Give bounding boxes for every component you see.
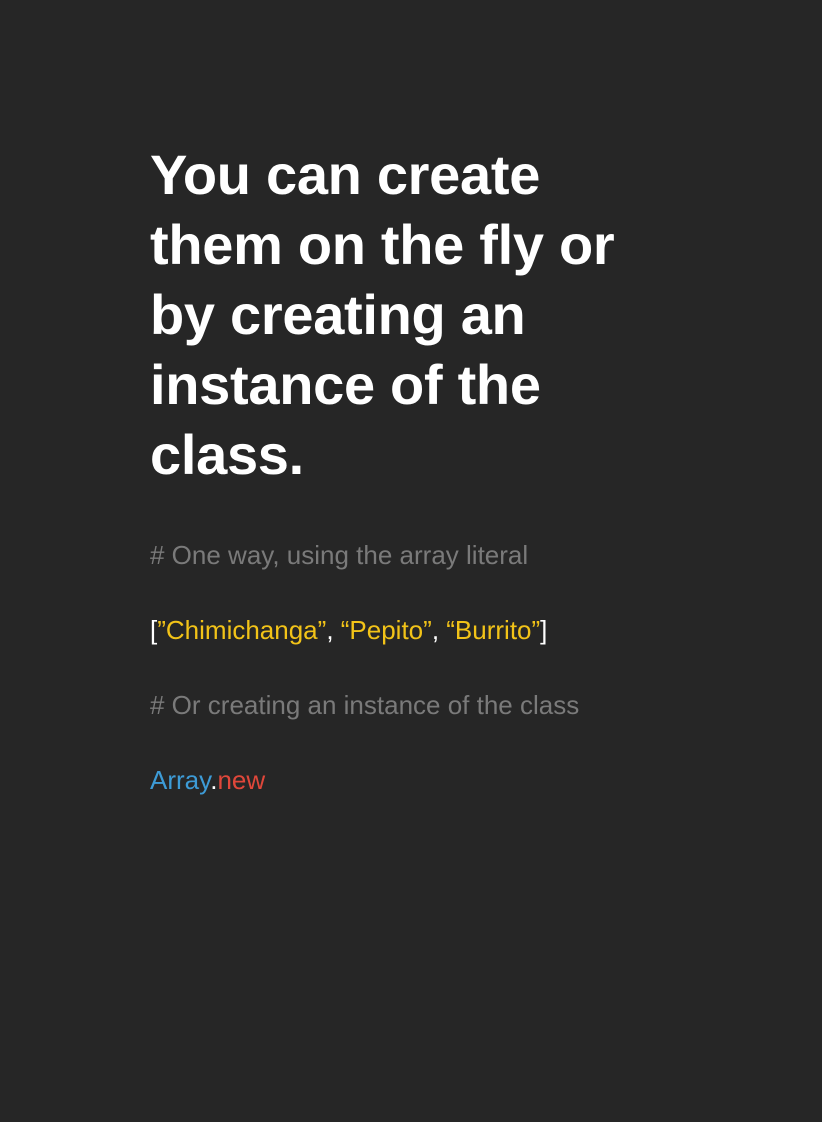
array-item-string: ”Chimichanga”: [157, 615, 327, 645]
code-example: # One way, using the array literal [”Chi…: [150, 540, 710, 795]
array-item-string: “Burrito”: [446, 615, 541, 645]
code-comment-literal: # One way, using the array literal: [150, 540, 529, 570]
headline-line-3: by creating an: [150, 283, 526, 346]
array-close-bracket: ]: [540, 615, 548, 645]
code-comment-instance: # Or creating an instance of the class: [150, 690, 580, 720]
headline-line-5: class.: [150, 423, 304, 486]
headline-line-4: instance of the: [150, 353, 541, 416]
code-array-new: Array.new: [150, 765, 710, 795]
slide-content: You can create them on the fly or by cre…: [150, 140, 710, 840]
class-name: Array: [150, 765, 211, 795]
array-separator: ,: [326, 615, 341, 645]
code-array-literal: [”Chimichanga”, “Pepito”, “Burrito”]: [150, 615, 710, 645]
headline-line-1: You can create: [150, 143, 541, 206]
headline-line-2: them on the fly or: [150, 213, 615, 276]
array-item-string: “Pepito”: [340, 615, 432, 645]
array-separator: ,: [431, 615, 447, 645]
headline: You can create them on the fly or by cre…: [150, 140, 710, 490]
method-name: new: [217, 765, 266, 795]
